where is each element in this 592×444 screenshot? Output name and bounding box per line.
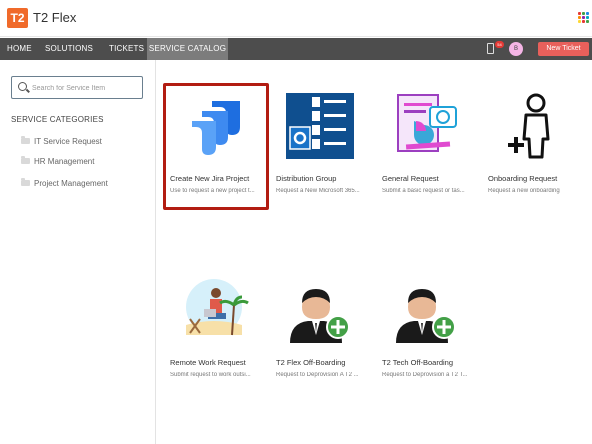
catalog-card-general-request[interactable]: General Request Submit a basic request o… xyxy=(376,91,476,201)
card-description: Request a New Microsoft 365... xyxy=(276,188,360,194)
card-description: Use to request a new project t... xyxy=(170,188,255,194)
search-box[interactable] xyxy=(11,76,143,99)
notification-bell-icon[interactable] xyxy=(487,43,494,54)
catalog-card-distribution-group[interactable]: Distribution Group Request a New Microso… xyxy=(270,91,370,201)
businessman-add-icon xyxy=(276,275,364,345)
service-categories-heading: SERVICE CATEGORIES xyxy=(11,115,104,124)
person-add-outline-icon xyxy=(488,91,576,161)
notification-badge: 54 xyxy=(495,41,504,48)
user-avatar[interactable]: B xyxy=(509,42,523,56)
card-description: Request a new onboarding xyxy=(488,188,560,194)
folder-icon xyxy=(21,156,30,164)
card-title: General Request xyxy=(382,174,439,183)
nav-solutions[interactable]: SOLUTIONS xyxy=(45,38,93,60)
new-ticket-button[interactable]: New Ticket xyxy=(538,42,589,56)
businessman-add-icon xyxy=(382,275,470,345)
card-title: Remote Work Request xyxy=(170,358,246,367)
card-description: Submit request to work outsi... xyxy=(170,372,251,378)
apps-grid-icon[interactable] xyxy=(578,12,589,23)
card-title: Distribution Group xyxy=(276,174,337,183)
folder-icon xyxy=(21,136,30,144)
search-input[interactable] xyxy=(32,81,137,95)
card-title: Onboarding Request xyxy=(488,174,558,183)
nav-home[interactable]: HOME xyxy=(7,38,32,60)
category-it-service-request[interactable]: IT Service Request xyxy=(21,136,102,149)
category-label: IT Service Request xyxy=(34,137,102,146)
search-icon xyxy=(18,82,27,91)
category-project-management[interactable]: Project Management xyxy=(21,178,108,191)
catalog-card-onboarding-request[interactable]: Onboarding Request Request a new onboard… xyxy=(482,91,582,201)
general-request-icon xyxy=(382,91,470,161)
remote-work-beach-icon xyxy=(170,275,258,345)
card-title: Create New Jira Project xyxy=(170,174,250,183)
nav-tickets[interactable]: TICKETS xyxy=(109,38,144,60)
main-navbar: HOME SOLUTIONS TICKETS SERVICE CATALOG 5… xyxy=(0,38,592,60)
nav-service-catalog[interactable]: SERVICE CATALOG xyxy=(147,38,228,60)
catalog-card-remote-work-request[interactable]: Remote Work Request Submit request to wo… xyxy=(164,275,264,385)
catalog-card-create-new-jira-project[interactable]: Create New Jira Project Use to request a… xyxy=(163,83,269,210)
top-header: T2 T2 Flex xyxy=(0,0,592,37)
app-title: T2 Flex xyxy=(33,10,77,25)
card-description: Submit a basic request or tas... xyxy=(382,188,465,194)
catalog-card-t2-flex-off-boarding[interactable]: T2 Flex Off-Boarding Request to Deprovis… xyxy=(270,275,370,385)
category-hr-management[interactable]: HR Management xyxy=(21,156,95,169)
card-description: Request to Deprovision A T2 ... xyxy=(276,372,359,378)
folder-icon xyxy=(21,178,30,186)
jira-logo-icon xyxy=(170,91,258,161)
outlook-contacts-icon xyxy=(276,91,364,161)
card-description: Request to Deprovision a T2 T... xyxy=(382,372,468,378)
category-label: Project Management xyxy=(34,179,108,188)
catalog-card-t2-tech-off-boarding[interactable]: T2 Tech Off-Boarding Request to Deprovis… xyxy=(376,275,476,385)
sidebar: SERVICE CATEGORIES IT Service Request HR… xyxy=(0,60,156,444)
card-title: T2 Flex Off-Boarding xyxy=(276,358,346,367)
card-title: T2 Tech Off-Boarding xyxy=(382,358,454,367)
category-label: HR Management xyxy=(34,157,95,166)
app-logo[interactable]: T2 xyxy=(7,8,28,28)
